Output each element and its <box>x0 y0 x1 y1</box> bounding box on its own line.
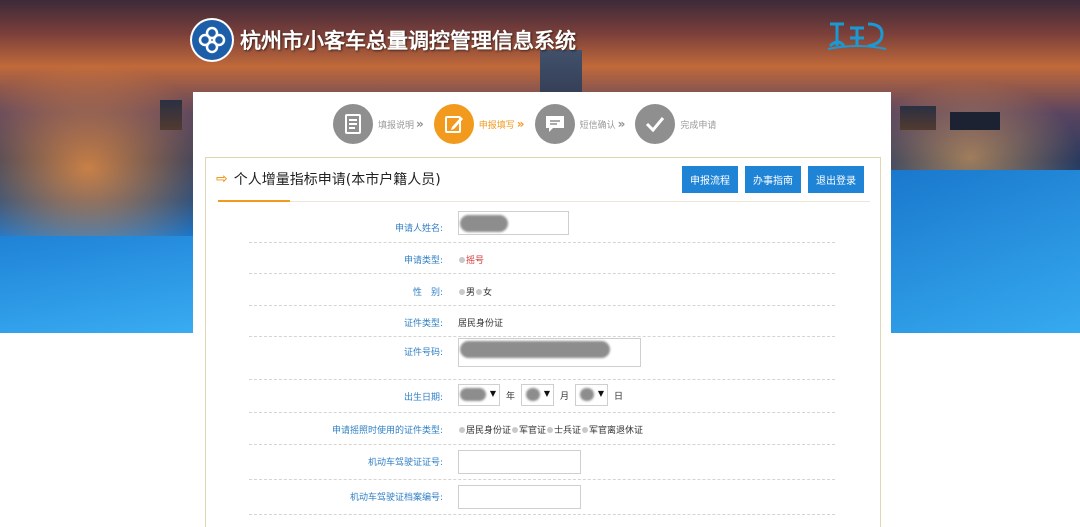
form-row-type: 申请类型: 摇号 <box>249 242 835 274</box>
g20-emblem-icon <box>826 18 888 56</box>
redacted-value <box>580 388 595 401</box>
chevron-right-icon: » <box>416 117 424 131</box>
gender-male-label: 男 <box>466 288 476 298</box>
plate-idtype-option: 军官证 <box>519 426 547 436</box>
step-sms-confirm: 短信确认 » <box>534 104 626 144</box>
form-row-license-file: 机动车驾驶证档案编号: <box>249 479 835 515</box>
arrow-right-icon: ⇨ <box>216 171 228 187</box>
form-actions: 申报流程 办事指南 退出登录 <box>682 166 871 193</box>
logout-button[interactable]: 退出登录 <box>808 166 864 193</box>
radio-soldier-id[interactable] <box>547 426 554 433</box>
site-title: 杭州市小客车总量调控管理信息系统 <box>240 29 576 53</box>
name-input[interactable] <box>458 211 569 235</box>
edit-icon <box>433 104 474 144</box>
step-label: 短信确认 <box>579 120 616 131</box>
license-no-label: 机动车驾驶证证号: <box>367 458 443 468</box>
divider <box>218 201 870 202</box>
redacted-value <box>460 388 486 401</box>
logo-emblem-icon <box>192 20 232 60</box>
radio-officer-id[interactable] <box>512 426 519 433</box>
form-row-idno: 证件号码: <box>249 336 835 380</box>
idno-input[interactable] <box>458 338 641 367</box>
check-icon <box>635 104 676 144</box>
dob-label: 出生日期: <box>403 393 443 403</box>
license-no-input[interactable] <box>458 450 581 474</box>
application-form: ⇨ 个人增量指标申请(本市户籍人员) 申报流程 办事指南 退出登录 申请人姓名:… <box>205 157 881 527</box>
progress-steps: 填报说明 » 申报填写 » 短信确认 » 完成申请 <box>333 104 726 144</box>
gender-female-label: 女 <box>483 288 493 298</box>
form-row-idtype: 证件类型: 居民身份证 <box>249 305 835 337</box>
idtype-value: 居民身份证 <box>458 319 504 329</box>
blue-wave-left <box>0 236 193 333</box>
redacted-value <box>460 215 508 232</box>
step-label: 完成申请 <box>680 120 717 131</box>
type-option-label: 摇号 <box>466 256 485 266</box>
dob-year-select[interactable]: ▼ <box>458 384 500 406</box>
step-label: 填报说明 <box>378 120 415 131</box>
form-row-dob: 出生日期: ▼ 年 ▼ 月 ▼ 日 <box>249 379 835 413</box>
radio-male[interactable] <box>459 288 465 295</box>
license-file-label: 机动车驾驶证档案编号: <box>349 493 443 503</box>
chevron-right-icon: » <box>516 117 525 131</box>
form-row-name: 申请人姓名: <box>249 211 835 243</box>
plate-idtype-option: 士兵证 <box>554 426 582 436</box>
caret-down-icon: ▼ <box>489 389 496 398</box>
license-file-input[interactable] <box>458 485 581 509</box>
day-unit: 日 <box>614 391 624 402</box>
idno-label: 证件号码: <box>403 348 443 358</box>
name-label: 申请人姓名: <box>394 224 443 234</box>
radio-female[interactable] <box>476 288 483 295</box>
caret-down-icon: ▼ <box>597 389 605 398</box>
step-complete: 完成申请 <box>635 104 716 144</box>
chevron-right-icon: » <box>617 117 626 131</box>
form-row-plate-idtype: 申请摇照时使用的证件类型: 居民身份证 军官证 士兵证 军官离退休证 <box>249 412 835 445</box>
redacted-value <box>526 388 541 401</box>
form-header: ⇨ 个人增量指标申请(本市户籍人员) <box>216 169 441 189</box>
blue-wave-right <box>890 170 1080 333</box>
type-label: 申请类型: <box>403 256 443 266</box>
month-unit: 月 <box>560 391 570 402</box>
message-icon <box>534 104 575 144</box>
year-unit: 年 <box>506 391 516 402</box>
dob-day-select[interactable]: ▼ <box>575 384 609 406</box>
redacted-value <box>460 341 610 358</box>
form-title: 个人增量指标申请(本市户籍人员) <box>233 172 441 188</box>
site-logo: 杭州市小客车总量调控管理信息系统 <box>192 20 576 60</box>
process-flow-button[interactable]: 申报流程 <box>682 166 738 193</box>
radio-lottery[interactable] <box>459 256 465 263</box>
application-panel: 填报说明 » 申报填写 » 短信确认 » 完成申请 ⇨ 个人增量指标申请(本市户… <box>193 92 891 527</box>
step-instructions: 填报说明 » <box>333 104 424 144</box>
document-icon <box>333 104 373 144</box>
title-underline <box>218 200 290 202</box>
step-fill-form: 申报填写 » <box>433 104 525 144</box>
radio-retired-officer-id[interactable] <box>582 426 589 433</box>
radio-resident-id[interactable] <box>459 426 465 433</box>
dob-month-select[interactable]: ▼ <box>521 384 555 406</box>
idtype-label: 证件类型: <box>403 319 443 329</box>
gender-label: 性 别: <box>412 288 443 298</box>
plate-idtype-label: 申请摇照时使用的证件类型: <box>331 426 443 436</box>
form-row-gender: 性 别: 男 女 <box>249 273 835 306</box>
plate-idtype-option: 居民身份证 <box>466 426 512 436</box>
form-row-license-no: 机动车驾驶证证号: <box>249 444 835 480</box>
plate-idtype-option: 军官离退休证 <box>589 426 644 436</box>
caret-down-icon: ▼ <box>543 389 551 398</box>
step-label: 申报填写 <box>478 120 515 131</box>
guide-button[interactable]: 办事指南 <box>745 166 801 193</box>
